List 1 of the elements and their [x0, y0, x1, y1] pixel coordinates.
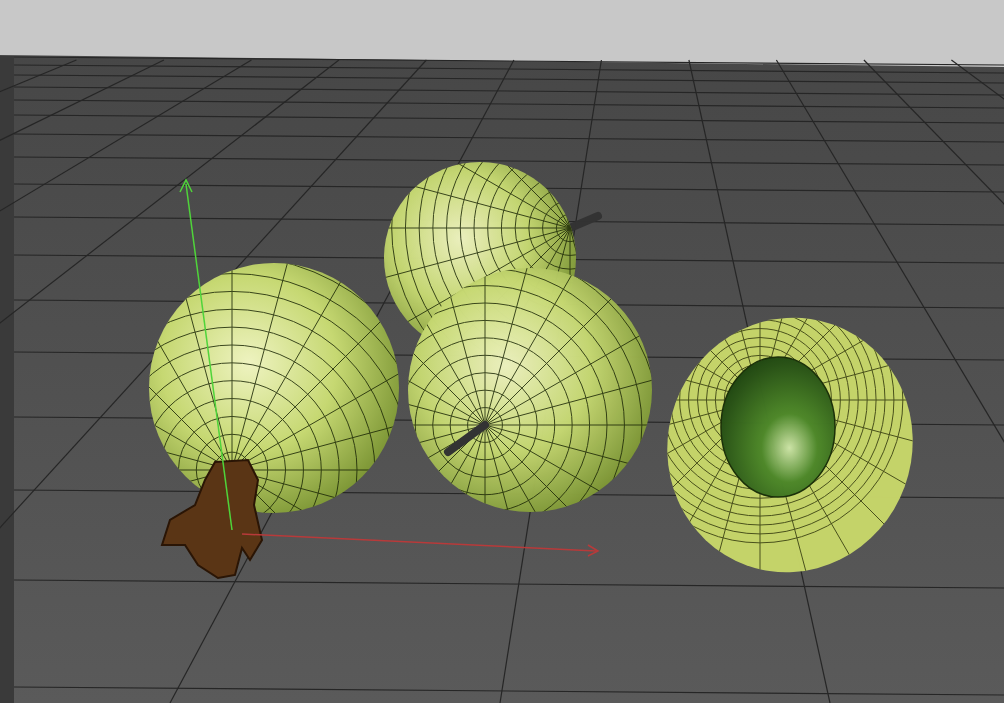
axis-gizmo[interactable]: [179, 178, 600, 557]
